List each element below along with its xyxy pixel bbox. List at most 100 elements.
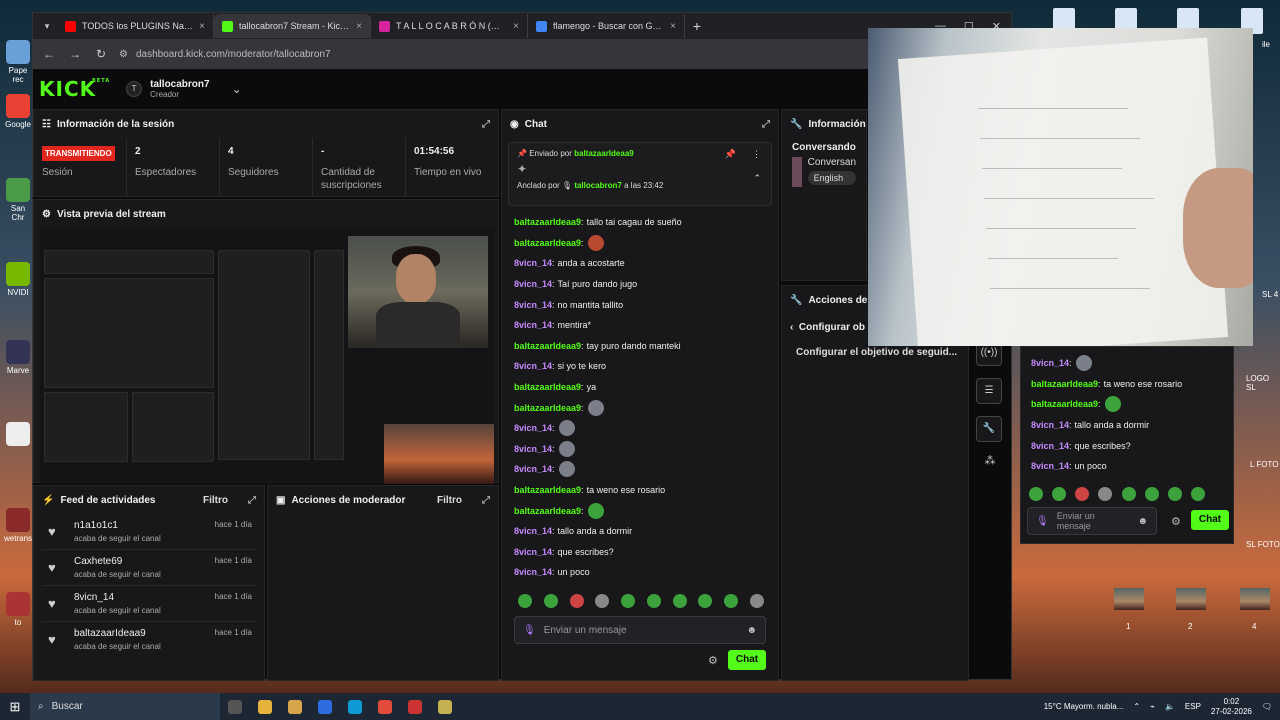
chat-message[interactable]: 8vicn_14: tallo anda a dormir xyxy=(1031,415,1227,436)
chat-username[interactable]: 8vicn_14 xyxy=(1031,358,1069,368)
chat-username[interactable]: baltazaarIdeaa9 xyxy=(514,341,581,351)
site-info-icon[interactable]: ⚙ xyxy=(119,49,128,60)
kick-logo[interactable]: KICK BETA xyxy=(39,77,109,101)
chat-username[interactable]: 8vicn_14 xyxy=(1031,461,1069,471)
chat-username[interactable]: 8vicn_14 xyxy=(514,279,552,289)
emote-button[interactable] xyxy=(1098,487,1113,501)
taskbar-app-icon[interactable] xyxy=(430,693,460,720)
chat-message[interactable]: 8vicn_14: mentira* xyxy=(514,315,764,336)
chat-username[interactable]: baltazaarIdeaa9 xyxy=(514,382,581,392)
url-field[interactable]: ⚙ dashboard.kick.com/moderator/tallocabr… xyxy=(119,49,982,60)
emote-button[interactable] xyxy=(569,594,584,608)
desktop-shortcut[interactable]: San Chr xyxy=(4,178,32,222)
emote-button[interactable] xyxy=(724,594,739,608)
forward-icon[interactable]: → xyxy=(67,47,83,61)
chat-message[interactable]: 8vicn_14: xyxy=(514,439,764,460)
browser-tab[interactable]: flamengo - Buscar con Google × xyxy=(528,14,685,38)
taskbar-app-icon[interactable] xyxy=(370,693,400,720)
chat-message[interactable]: baltazaarIdeaa9: ya xyxy=(514,377,764,398)
chat-message[interactable]: 8vicn_14: un poco xyxy=(1031,456,1227,477)
desktop-shortcut[interactable]: wetrans xyxy=(4,508,32,543)
emote-button[interactable] xyxy=(698,594,713,608)
tab-close-icon[interactable]: × xyxy=(513,21,519,32)
reload-icon[interactable]: ↻ xyxy=(93,47,109,61)
emote-button[interactable] xyxy=(1075,487,1090,501)
desktop-file-label[interactable]: SL 4 xyxy=(1262,290,1278,299)
emote-button[interactable] xyxy=(1029,487,1043,501)
chat-message[interactable]: baltazaarIdeaa9: xyxy=(514,397,764,418)
emote-button[interactable] xyxy=(543,594,558,608)
chat-message[interactable]: baltazaarIdeaa9: ta weno ese rosario xyxy=(1031,374,1227,395)
chat-message[interactable]: 8vicn_14: un poco xyxy=(514,562,764,583)
network-icon[interactable]: ⌁ xyxy=(1150,702,1155,711)
language-indicator[interactable]: ESP xyxy=(1185,702,1201,711)
chat-username[interactable]: baltazaarIdeaa9 xyxy=(514,506,581,516)
desktop-file-label[interactable]: SL FOTO xyxy=(1246,540,1280,549)
taskbar-app-icon[interactable] xyxy=(340,693,370,720)
chat-username[interactable]: baltazaarIdeaa9 xyxy=(514,238,581,248)
chat-username[interactable]: 8vicn_14 xyxy=(514,300,552,310)
chat-username[interactable]: 8vicn_14 xyxy=(514,320,552,330)
share-icon[interactable]: ⁂ xyxy=(976,454,1004,467)
chat-username[interactable]: baltazaarIdeaa9 xyxy=(514,485,581,495)
emote-button[interactable] xyxy=(1167,487,1182,501)
chat-message[interactable]: 8vicn_14: Taí puro dando jugo xyxy=(514,274,764,295)
emote-button[interactable] xyxy=(749,594,764,608)
chat-message[interactable]: baltazaarIdeaa9: xyxy=(1031,394,1227,415)
weather-text[interactable]: 15°C Mayorm. nubla... xyxy=(1044,702,1124,711)
back-icon[interactable]: ← xyxy=(41,47,57,61)
chat-username[interactable]: baltazaarIdeaa9 xyxy=(1031,399,1098,409)
chat-message[interactable]: 8vicn_14: que escribes? xyxy=(1031,435,1227,456)
emoji-icon[interactable]: ☻ xyxy=(746,625,757,636)
browser-tab[interactable]: tallocabron7 Stream - Kick Dash × xyxy=(214,14,371,38)
chat-message[interactable]: baltazaarIdeaa9: tay puro dando manteki xyxy=(514,336,764,357)
chat-username[interactable]: baltazaarIdeaa9 xyxy=(514,403,581,413)
list-item[interactable]: ♥ Caxhete69 acaba de seguir el canal hace 1… xyxy=(42,550,256,586)
taskbar-app-icon[interactable] xyxy=(310,693,340,720)
send-chat-button[interactable]: Chat xyxy=(1191,510,1229,530)
image-thumbnail[interactable] xyxy=(1176,588,1206,610)
chat-message[interactable]: 8vicn_14: que escribes? xyxy=(514,542,764,563)
send-chat-button[interactable]: Chat xyxy=(728,650,766,670)
expand-icon[interactable]: ⤢ xyxy=(248,495,256,506)
windows-start-icon[interactable]: ⊞ xyxy=(0,699,30,715)
chat-username[interactable]: 8vicn_14 xyxy=(514,423,552,433)
browser-tab[interactable]: TODOS los PLUGINS Nativos de × xyxy=(57,14,214,38)
chat-message[interactable]: baltazaarIdeaa9: tallo tai cagau de sueño xyxy=(514,212,764,233)
chat-username[interactable]: 8vicn_14 xyxy=(514,547,552,557)
emote-button[interactable] xyxy=(1144,487,1159,501)
category-row[interactable]: Conversan English xyxy=(782,157,866,187)
chat-username[interactable]: 8vicn_14 xyxy=(514,361,552,371)
chat-message[interactable]: 8vicn_14: no mantita tallito xyxy=(514,294,764,315)
taskbar-search[interactable]: ⌕ Buscar xyxy=(30,693,220,720)
image-thumbnail[interactable] xyxy=(1240,588,1270,610)
chevron-up-icon[interactable]: ⌃ xyxy=(753,173,761,184)
emote-button[interactable] xyxy=(518,594,532,608)
chat-message[interactable]: baltazaarIdeaa9: ta weno ese rosario xyxy=(514,480,764,501)
pinner-name[interactable]: tallocabron7 xyxy=(574,181,622,190)
filter-button[interactable]: Filtro xyxy=(437,495,462,506)
tab-close-icon[interactable]: × xyxy=(356,21,362,32)
browser-tab[interactable]: T A L L O C A B R Ó N (@talloca × xyxy=(371,14,528,38)
desktop-shortcut[interactable]: Google xyxy=(4,94,32,129)
clock[interactable]: 0:02 27-02-2026 xyxy=(1211,697,1252,717)
chat-message[interactable]: 8vicn_14: tallo anda a dormir xyxy=(514,521,764,542)
desktop-shortcut[interactable]: to xyxy=(4,592,32,627)
notification-icon[interactable]: 🗨 xyxy=(1262,702,1272,711)
chat-username[interactable]: 8vicn_14 xyxy=(514,567,552,577)
chat-message[interactable]: 8vicn_14: xyxy=(514,459,764,480)
chat-input[interactable]: 🎙 Enviar un mensaje ☻ xyxy=(514,616,766,644)
desktop-shortcut[interactable] xyxy=(4,422,32,448)
emote-button[interactable] xyxy=(595,594,610,608)
taskbar-app-icon[interactable] xyxy=(220,693,250,720)
chevron-down-icon[interactable]: ⌄ xyxy=(232,82,242,96)
emote-button[interactable] xyxy=(1190,487,1205,501)
chat-message[interactable]: 8vicn_14: si yo te kero xyxy=(514,356,764,377)
wrench-icon[interactable]: 🔧 xyxy=(976,416,1002,442)
emoji-icon[interactable]: ☻ xyxy=(1137,516,1148,527)
chat-username[interactable]: 8vicn_14 xyxy=(1031,441,1069,451)
chat-message[interactable]: 8vicn_14: xyxy=(1031,353,1227,374)
new-tab-button[interactable]: + xyxy=(685,18,709,34)
emote-button[interactable] xyxy=(1052,487,1067,501)
desktop-shortcut[interactable]: Pape rec xyxy=(4,40,32,84)
